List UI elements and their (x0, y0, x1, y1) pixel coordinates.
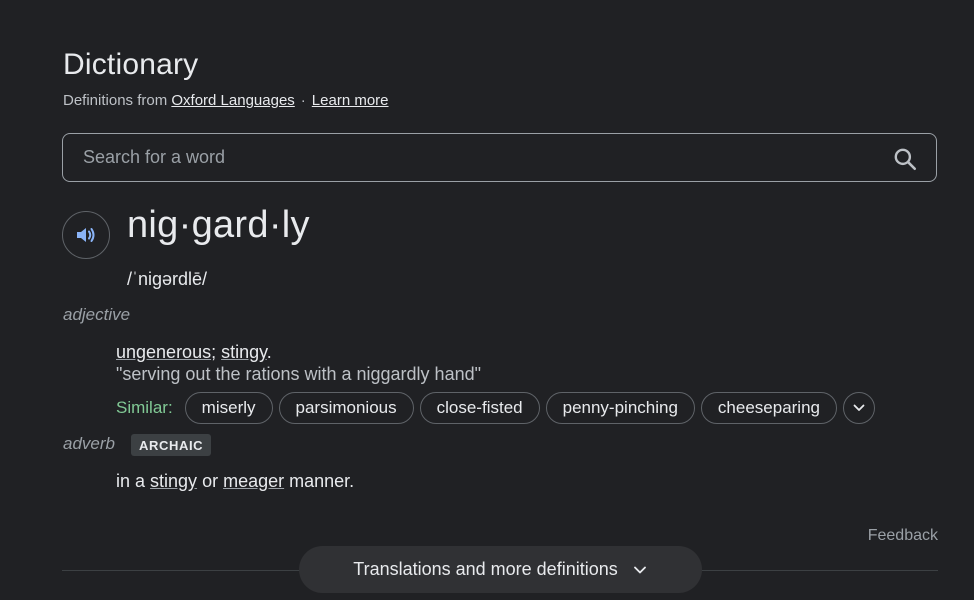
link-ungenerous[interactable]: ungenerous (116, 342, 211, 362)
link-stingy[interactable]: stingy (221, 342, 267, 362)
example-sentence: "serving out the rations with a niggardl… (116, 364, 481, 384)
source-line: Definitions from Oxford Languages · Learn … (63, 92, 389, 109)
headword: nig·gard·ly (127, 204, 310, 246)
separator: · (300, 92, 306, 109)
search-icon[interactable] (892, 146, 918, 172)
similar-chip-close-fisted[interactable]: close-fisted (419, 392, 540, 424)
search-input[interactable] (63, 134, 883, 181)
archaic-badge: ARCHAIC (131, 434, 212, 456)
page-title: Dictionary (63, 48, 199, 81)
pronunciation-button[interactable] (62, 211, 110, 259)
definition-adjective: ungenerous; stingy. (116, 342, 272, 362)
similar-label: Similar: (116, 398, 173, 417)
link-stingy-adverb[interactable]: stingy (150, 471, 197, 491)
learn-more-link[interactable]: Learn more (312, 92, 389, 109)
similar-chip-parsimonious[interactable]: parsimonious (278, 392, 414, 424)
search-box (62, 133, 937, 182)
more-button-label: Translations and more definitions (353, 559, 618, 579)
expand-similar-button[interactable] (843, 392, 875, 424)
similar-chip-miserly[interactable]: miserly (184, 392, 273, 424)
dictionary-panel: Dictionary Definitions from Oxford Langu… (0, 0, 974, 600)
speaker-icon (77, 228, 95, 242)
translations-more-definitions-button[interactable]: Translations and more definitions (299, 546, 702, 593)
similar-chip-cheeseparing[interactable]: cheeseparing (700, 392, 837, 424)
definition-adverb: in a stingy or meager manner. (116, 471, 355, 491)
part-of-speech-adjective: adjective (63, 305, 131, 324)
similar-chip-penny-pinching[interactable]: penny-pinching (545, 392, 695, 424)
source-prefix: Definitions from (63, 92, 168, 109)
link-meager[interactable]: meager (223, 471, 284, 491)
feedback-link[interactable]: Feedback (868, 527, 938, 545)
part-of-speech-adverb: adverb (63, 434, 115, 453)
oxford-languages-link[interactable]: Oxford Languages (171, 92, 294, 109)
phonetic-spelling: /ˈniɡərdlē/ (127, 269, 208, 289)
chevron-down-icon (633, 566, 646, 573)
similar-words-row: Similar: miserly parsimonious close-fist… (116, 392, 875, 424)
chevron-down-icon (853, 404, 865, 411)
